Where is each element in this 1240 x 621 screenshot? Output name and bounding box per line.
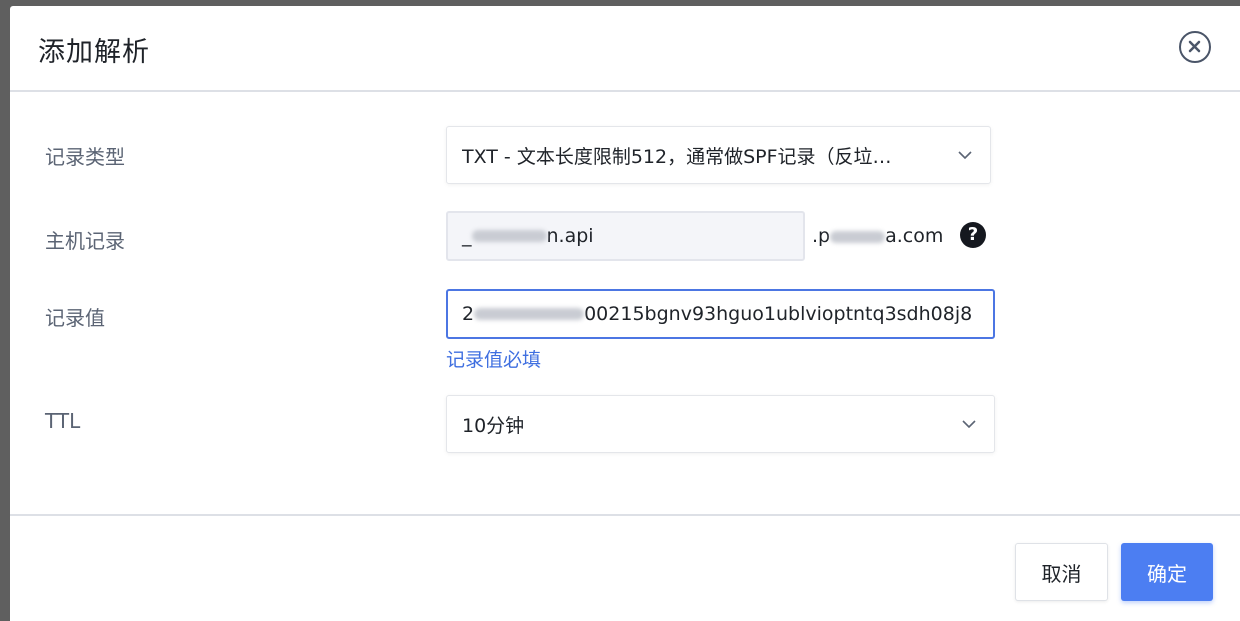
chevron-down-icon: [958, 151, 972, 159]
record-value-input[interactable]: 2 00215bgnv93hguo1ublvioptntq3sdh08j8: [446, 289, 995, 339]
chevron-down-icon: [962, 420, 976, 428]
record-type-select[interactable]: TXT - 文本长度限制512，通常做SPF记录（反垃…: [446, 126, 991, 184]
dialog-header: 添加解析: [10, 6, 1240, 92]
domain-suffix-text: a.com: [885, 225, 944, 247]
record-value-error: 记录值必填: [446, 349, 542, 371]
record-value-label: 记录值: [45, 306, 105, 330]
ttl-value: 10分钟: [462, 414, 525, 437]
cancel-button[interactable]: 取消: [1015, 543, 1108, 601]
close-icon[interactable]: [1179, 31, 1211, 63]
record-type-label: 记录类型: [45, 145, 125, 169]
record-type-value: TXT - 文本长度限制512，通常做SPF记录（反垃…: [462, 145, 892, 168]
domain-suffix: .p a.com: [812, 225, 943, 247]
host-record-input[interactable]: _ n.api: [446, 211, 805, 261]
record-value-start: 2: [462, 303, 475, 325]
add-record-dialog: 添加解析 记录类型 TXT - 文本长度限制512，通常做SPF记录（反垃… 主…: [10, 6, 1240, 621]
host-record-value-suffix: n.api: [546, 225, 594, 247]
ttl-select[interactable]: 10分钟: [446, 395, 995, 453]
host-record-label: 主机记录: [45, 229, 125, 253]
host-record-value-prefix: _: [462, 225, 472, 247]
confirm-button[interactable]: 确定: [1121, 543, 1213, 601]
ttl-label: TTL: [45, 409, 81, 433]
domain-prefix-text: .p: [812, 225, 831, 247]
redacted-text: [471, 230, 547, 242]
redacted-text: [830, 230, 886, 243]
help-icon[interactable]: ?: [960, 222, 986, 248]
record-value-end: 00215bgnv93hguo1ublvioptntq3sdh08j8: [584, 303, 973, 325]
dialog-title: 添加解析: [38, 37, 150, 68]
redacted-text: [474, 308, 585, 320]
footer-divider: [10, 514, 1240, 516]
